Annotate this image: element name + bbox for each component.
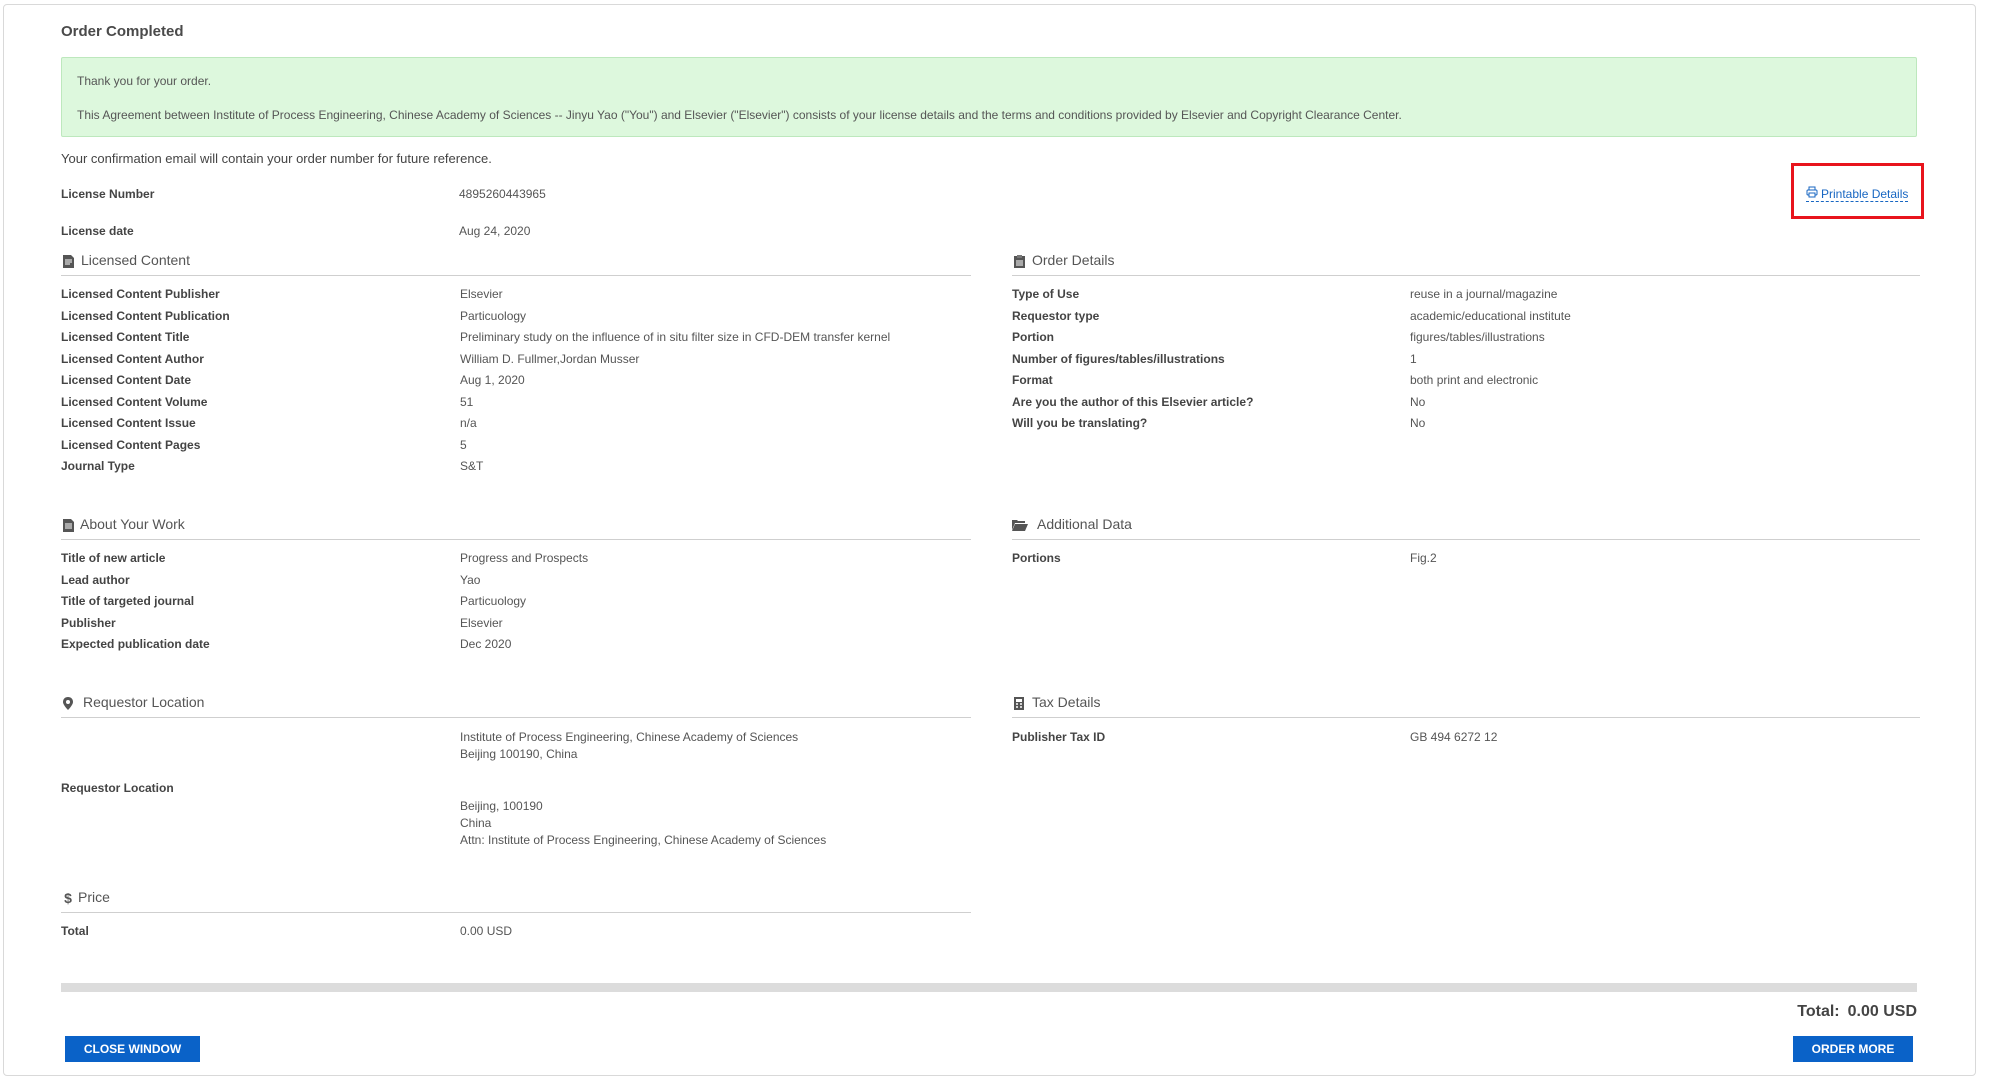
detail-label: Portions xyxy=(1012,551,1061,565)
detail-value: Yao xyxy=(460,572,481,587)
detail-value: Particuology xyxy=(460,308,527,323)
total-value: 0.00 USD xyxy=(1847,1003,1917,1020)
detail-label: Journal Type xyxy=(61,459,135,473)
printable-details-link[interactable]: Printable Details xyxy=(1806,186,1909,202)
license-number-label: License Number xyxy=(61,187,155,201)
detail-label: Licensed Content Author xyxy=(61,351,204,366)
requestor-location-label: Requestor Location xyxy=(61,781,174,795)
license-date-value: Aug 24, 2020 xyxy=(459,224,531,238)
map-marker-icon xyxy=(61,696,75,710)
printable-details-highlight: Printable Details xyxy=(1791,163,1924,219)
document-icon xyxy=(61,254,75,268)
detail-value: 51 xyxy=(460,394,474,409)
section-price: $ Price xyxy=(61,889,971,913)
file-text-icon xyxy=(61,518,75,532)
section-title: Price xyxy=(78,889,110,905)
detail-value: Preliminary study on the influence of in… xyxy=(460,330,891,344)
detail-value: Aug 1, 2020 xyxy=(460,373,525,387)
detail-value: Fig.2 xyxy=(1410,551,1437,565)
license-date-label: License date xyxy=(61,224,134,238)
detail-value: 1 xyxy=(1410,351,1417,366)
section-title: About Your Work xyxy=(80,516,185,532)
section-title: Order Details xyxy=(1032,252,1115,268)
detail-value: Progress and Prospects xyxy=(460,551,589,565)
detail-label: Licensed Content Date xyxy=(61,373,192,387)
alert-thanks: Thank you for your order. xyxy=(77,74,212,88)
detail-label: Number of figures/tables/illustrations xyxy=(1012,351,1225,366)
printable-details-label: Printable Details xyxy=(1821,186,1909,201)
detail-value: both print and electronic xyxy=(1410,373,1539,387)
section-title: Tax Details xyxy=(1032,694,1101,710)
address-line: Beijing, 100190 xyxy=(460,799,543,813)
folder-open-icon xyxy=(1012,518,1028,532)
close-window-button[interactable]: CLOSE WINDOW xyxy=(65,1036,200,1062)
detail-label: Licensed Content Publication xyxy=(61,308,230,323)
detail-label: Type of Use xyxy=(1012,287,1080,301)
section-tax-details: Tax Details xyxy=(1012,694,1920,718)
detail-value: figures/tables/illustrations xyxy=(1410,330,1545,344)
detail-label: Licensed Content Publisher xyxy=(61,287,220,301)
license-number-value: 4895260443965 xyxy=(459,187,546,201)
clipboard-icon xyxy=(1012,254,1026,268)
detail-label: Title of new article xyxy=(61,551,166,565)
alert-agreement: This Agreement between Institute of Proc… xyxy=(77,108,1402,122)
detail-value: No xyxy=(1410,416,1426,430)
detail-label: Expected publication date xyxy=(61,637,210,651)
detail-value: Elsevier xyxy=(460,287,503,301)
detail-label: Publisher xyxy=(61,615,116,630)
dollar-icon: $ xyxy=(64,890,72,906)
confirmation-note: Your confirmation email will contain you… xyxy=(61,151,492,166)
printer-icon xyxy=(1806,186,1818,201)
order-total: Total: 0.00 USD xyxy=(1797,1003,1917,1021)
detail-value: William D. Fullmer,Jordan Musser xyxy=(460,351,640,366)
section-title: Licensed Content xyxy=(81,252,190,268)
section-about-work: About Your Work xyxy=(61,516,971,540)
section-additional-data: Additional Data xyxy=(1012,516,1920,540)
page-title: Order Completed xyxy=(61,23,184,40)
section-requestor-location: Requestor Location xyxy=(61,694,971,718)
address-line: Beijing 100190, China xyxy=(460,747,578,761)
address-line: Institute of Process Engineering, Chines… xyxy=(460,730,799,744)
detail-value: n/a xyxy=(460,416,477,430)
detail-value: 0.00 USD xyxy=(460,924,513,938)
detail-value: No xyxy=(1410,394,1426,409)
detail-value: academic/educational institute xyxy=(1410,308,1571,323)
detail-label: Licensed Content Title xyxy=(61,330,190,344)
calculator-icon xyxy=(1012,696,1026,710)
detail-label: Total xyxy=(61,924,89,938)
detail-label: Will you be translating? xyxy=(1012,416,1148,430)
order-more-button[interactable]: ORDER MORE xyxy=(1793,1036,1913,1062)
detail-label: Licensed Content Volume xyxy=(61,394,208,409)
detail-label: Publisher Tax ID xyxy=(1012,730,1106,744)
detail-value: reuse in a journal/magazine xyxy=(1410,287,1558,301)
address-line: Attn: Institute of Process Engineering, … xyxy=(460,833,827,847)
detail-label: Title of targeted journal xyxy=(61,594,195,608)
detail-value: GB 494 6272 12 xyxy=(1410,730,1498,744)
detail-value: Elsevier xyxy=(460,615,503,630)
detail-label: Licensed Content Pages xyxy=(61,437,201,452)
section-order-details: Order Details xyxy=(1012,252,1920,276)
detail-value: Particuology xyxy=(460,594,527,608)
detail-label: Licensed Content Issue xyxy=(61,416,196,430)
detail-label: Are you the author of this Elsevier arti… xyxy=(1012,394,1254,409)
detail-value: 5 xyxy=(460,437,467,452)
detail-label: Format xyxy=(1012,373,1053,387)
total-label: Total: xyxy=(1797,1003,1840,1020)
address-line: China xyxy=(460,816,492,830)
success-alert: Thank you for your order. This Agreement… xyxy=(61,57,1917,137)
footer-divider xyxy=(61,983,1917,992)
detail-value: Dec 2020 xyxy=(460,637,512,651)
section-licensed-content: Licensed Content xyxy=(61,252,971,276)
section-title: Additional Data xyxy=(1037,516,1132,532)
section-title: Requestor Location xyxy=(83,694,205,710)
detail-label: Requestor type xyxy=(1012,308,1100,323)
detail-label: Portion xyxy=(1012,330,1054,344)
detail-label: Lead author xyxy=(61,572,130,587)
detail-value: S&T xyxy=(460,459,484,473)
